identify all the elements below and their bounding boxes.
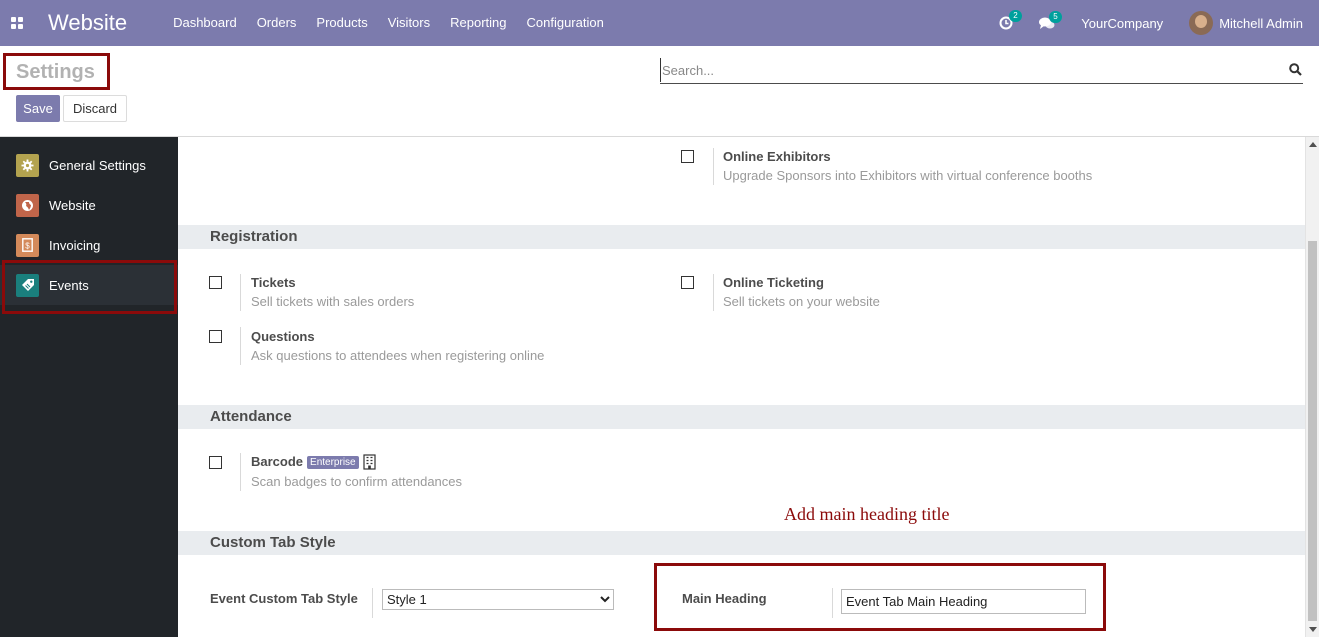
- menu-configuration[interactable]: Configuration: [517, 0, 614, 46]
- search-bar: [660, 58, 1303, 84]
- avatar: [1189, 11, 1214, 35]
- questions-checkbox[interactable]: [209, 330, 222, 343]
- event-custom-tab-style-label: Event Custom Tab Style: [210, 591, 358, 606]
- online-exhibitors-title: Online Exhibitors: [723, 149, 831, 164]
- main-menu: Dashboard Orders Products Visitors Repor…: [163, 0, 614, 46]
- barcode-checkbox[interactable]: [209, 456, 222, 469]
- tickets-checkbox[interactable]: [209, 276, 222, 289]
- tickets-title: Tickets: [251, 275, 296, 290]
- messages-button[interactable]: 5: [1039, 10, 1062, 30]
- main-heading-label: Main Heading: [682, 591, 767, 606]
- attendance-heading: Attendance: [178, 405, 1305, 429]
- save-button[interactable]: Save: [16, 95, 60, 122]
- menu-dashboard[interactable]: Dashboard: [163, 0, 247, 46]
- page-title: Settings: [16, 61, 95, 83]
- user-menu[interactable]: Mitchell Admin: [1189, 11, 1303, 35]
- annotation-text: Add main heading title: [784, 504, 950, 524]
- globe-icon: [16, 193, 39, 217]
- main-heading-input[interactable]: [841, 589, 1086, 614]
- barcode-title-row: Barcode Enterprise: [251, 454, 376, 473]
- menu-visitors[interactable]: Visitors: [378, 0, 440, 46]
- app-title[interactable]: Website: [48, 10, 127, 36]
- tickets-desc: Sell tickets with sales orders: [251, 294, 415, 309]
- sidebar-item-label: Invoicing: [49, 237, 101, 253]
- divider: [713, 274, 714, 311]
- user-name: Mitchell Admin: [1219, 15, 1303, 31]
- questions-desc: Ask questions to attendees when register…: [251, 348, 545, 363]
- svg-text:$: $: [25, 242, 30, 251]
- scroll-down-arrow-icon[interactable]: [1309, 627, 1317, 632]
- divider: [240, 453, 241, 491]
- control-panel: Settings Save Discard: [0, 46, 1319, 137]
- settings-sidebar: General Settings Website $ Invoicing Eve…: [0, 137, 178, 637]
- divider: [240, 327, 241, 365]
- apps-menu-icon[interactable]: [11, 17, 23, 29]
- menu-products[interactable]: Products: [306, 0, 377, 46]
- top-navbar: Website Dashboard Orders Products Visito…: [0, 0, 1319, 46]
- divider: [372, 588, 373, 618]
- scrollbar-thumb[interactable]: [1308, 241, 1317, 621]
- activity-button[interactable]: 2: [999, 10, 1022, 30]
- settings-content: Online Exhibitors Upgrade Sponsors into …: [178, 137, 1305, 637]
- sidebar-item-label: Website: [49, 197, 96, 213]
- navbar-systray: 2 5 YourCompany Mitchell Admin: [999, 0, 1303, 46]
- gear-icon: [16, 153, 39, 177]
- search-icon[interactable]: [1289, 63, 1302, 76]
- barcode-desc: Scan badges to confirm attendances: [251, 474, 463, 489]
- menu-reporting[interactable]: Reporting: [440, 0, 516, 46]
- divider: [240, 274, 241, 311]
- enterprise-badge: Enterprise: [307, 456, 359, 469]
- online-ticketing-checkbox[interactable]: [681, 276, 694, 289]
- activity-count-badge: 2: [1009, 10, 1022, 22]
- building-icon: [363, 454, 376, 473]
- online-ticketing-title: Online Ticketing: [723, 275, 824, 290]
- sidebar-item-website[interactable]: Website: [0, 185, 178, 225]
- divider: [713, 148, 714, 185]
- tab-style-select[interactable]: Style 1: [382, 589, 614, 610]
- online-ticketing-desc: Sell tickets on your website: [723, 294, 880, 309]
- barcode-title: Barcode: [251, 454, 304, 469]
- discard-button[interactable]: Discard: [63, 95, 127, 122]
- registration-heading: Registration: [178, 225, 1305, 249]
- invoice-icon: $: [16, 233, 39, 257]
- content-scrollbar[interactable]: [1305, 137, 1319, 637]
- sidebar-item-label: General Settings: [49, 157, 146, 173]
- online-exhibitors-checkbox[interactable]: [681, 150, 694, 163]
- divider: [832, 588, 833, 618]
- messages-count-badge: 5: [1049, 10, 1062, 23]
- company-switcher[interactable]: YourCompany: [1081, 16, 1163, 31]
- scroll-up-arrow-icon[interactable]: [1309, 142, 1317, 147]
- sidebar-item-invoicing[interactable]: $ Invoicing: [0, 225, 178, 265]
- events-highlight-box: [2, 260, 177, 314]
- menu-orders[interactable]: Orders: [247, 0, 307, 46]
- sidebar-item-general-settings[interactable]: General Settings: [0, 145, 178, 185]
- custom-tab-style-heading: Custom Tab Style: [178, 531, 1305, 555]
- search-input[interactable]: [660, 58, 1270, 82]
- questions-title: Questions: [251, 329, 315, 344]
- online-exhibitors-desc: Upgrade Sponsors into Exhibitors with vi…: [723, 168, 1093, 183]
